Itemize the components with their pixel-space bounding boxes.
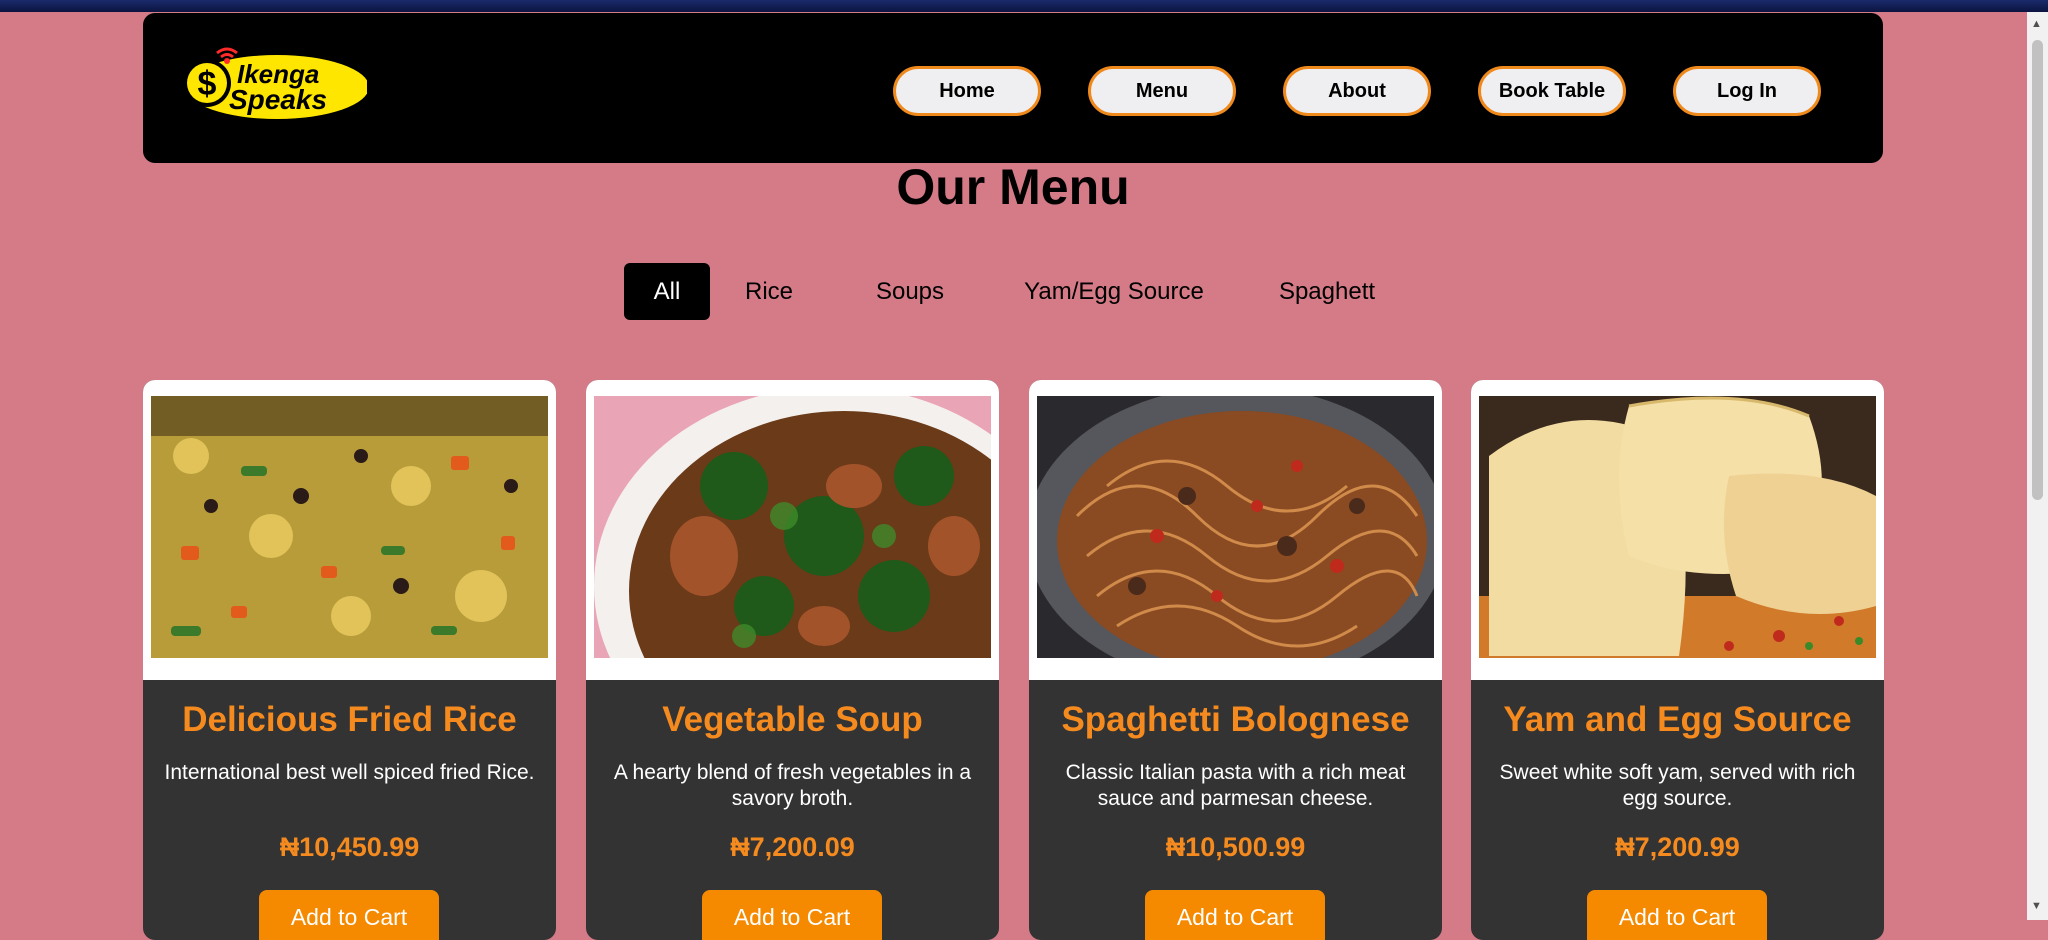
add-to-cart-button[interactable]: Add to Cart [702, 890, 882, 940]
filter-rice[interactable]: Rice [736, 263, 802, 320]
vertical-scrollbar[interactable]: ▲ ▼ [2027, 12, 2048, 920]
menu-card-spaghetti-bolognese: Spaghetti Bolognese Classic Italian past… [1029, 380, 1442, 940]
card-image-frame [143, 380, 556, 680]
scroll-up-arrow-icon[interactable]: ▲ [2031, 18, 2042, 30]
filter-soups[interactable]: Soups [870, 263, 950, 320]
menu-card-fried-rice: Delicious Fried Rice International best … [143, 380, 556, 940]
card-image-frame [1029, 380, 1442, 680]
menu-card-vegetable-soup: Vegetable Soup A hearty blend of fresh v… [586, 380, 999, 940]
vegetable-soup-image [594, 396, 991, 658]
card-title: Vegetable Soup [662, 700, 923, 739]
card-title: Delicious Fried Rice [182, 700, 517, 739]
card-description: International best well spiced fried Ric… [164, 761, 535, 784]
card-title: Yam and Egg Source [1503, 700, 1852, 739]
nav-menu-button[interactable]: Menu [1088, 66, 1236, 116]
browser-top-strip [0, 0, 2048, 12]
card-description: Sweet white soft yam, served with rich e… [1499, 761, 1856, 810]
yam-and-egg-image [1479, 396, 1876, 658]
card-image-frame [1471, 380, 1884, 680]
navbar: $ Ikenga Speaks Home Menu About Book Tab… [143, 13, 1883, 163]
nav-book-table-button[interactable]: Book Table [1478, 66, 1626, 116]
filter-yam-egg-source[interactable]: Yam/Egg Source [1014, 263, 1214, 320]
card-description: Classic Italian pasta with a rich meat s… [1065, 761, 1406, 810]
card-title: Spaghetti Bolognese [1061, 700, 1410, 739]
menu-card-yam-and-egg: Yam and Egg Source Sweet white soft yam,… [1471, 380, 1884, 940]
add-to-cart-button[interactable]: Add to Cart [259, 890, 439, 940]
filter-spaghetti[interactable]: Spaghett [1270, 263, 1384, 320]
card-image-frame [586, 380, 999, 680]
scroll-down-arrow-icon[interactable]: ▼ [2031, 900, 2042, 912]
ikenga-speaks-logo[interactable]: $ Ikenga Speaks [177, 35, 367, 125]
card-description: A hearty blend of fresh vegetables in a … [613, 761, 972, 810]
spaghetti-bolognese-image [1037, 396, 1434, 658]
page-title: Our Menu [896, 159, 1130, 215]
card-price: ₦7,200.99 [1615, 832, 1740, 862]
add-to-cart-button[interactable]: Add to Cart [1145, 890, 1325, 940]
svg-text:$: $ [198, 65, 217, 103]
nav-login-button[interactable]: Log In [1673, 66, 1821, 116]
card-price: ₦7,200.09 [730, 832, 855, 862]
filter-all[interactable]: All [624, 263, 710, 320]
nav-about-button[interactable]: About [1283, 66, 1431, 116]
add-to-cart-button[interactable]: Add to Cart [1587, 890, 1767, 940]
svg-text:Speaks: Speaks [229, 84, 327, 115]
fried-rice-image [151, 396, 548, 658]
card-price: ₦10,450.99 [279, 832, 420, 862]
card-price: ₦10,500.99 [1165, 832, 1306, 862]
scrollbar-thumb[interactable] [2032, 40, 2043, 500]
nav-home-button[interactable]: Home [893, 66, 1041, 116]
